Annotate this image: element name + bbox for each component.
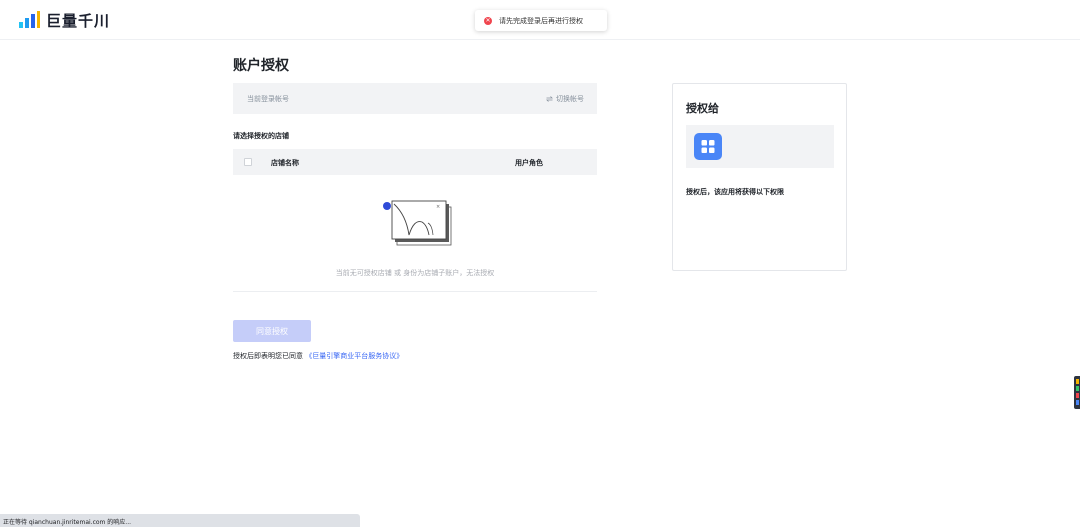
current-account-bar: 当前登录帐号 切换帐号 (233, 83, 597, 114)
grant-title: 授权给 (686, 102, 719, 115)
logo-icon (19, 11, 41, 29)
browser-status-bar: 正在等待 qianchuan.jinritemai.com 的响应... (0, 514, 360, 527)
logo[interactable]: 巨量千川 (19, 10, 110, 30)
agree-authorize-button[interactable]: 同意授权 (233, 320, 311, 342)
current-account-label: 当前登录帐号 (247, 95, 289, 103)
status-text: 正在等待 qianchuan.jinritemai.com 的响应... (3, 519, 132, 526)
select-all-checkbox[interactable] (244, 158, 252, 166)
table-divider (233, 291, 597, 292)
svg-text:×: × (436, 204, 440, 210)
toast-message: 请先完成登录后再进行授权 (499, 16, 583, 25)
switch-icon (546, 96, 553, 102)
page-title: 账户授权 (233, 58, 289, 74)
grid-app-icon (694, 133, 722, 160)
column-user-role: 用户角色 (515, 159, 543, 167)
grant-permissions-text: 授权后，该应用将获得以下权限 (686, 188, 784, 196)
grant-to-card: 授权给 授权后，该应用将获得以下权限 (672, 83, 847, 271)
column-store-name: 店铺名称 (271, 159, 299, 167)
empty-state-illustration: × (380, 195, 455, 247)
agreement-note-prefix: 授权后即表明您已同意 (233, 352, 303, 360)
empty-state-text: 当前无可授权店铺 或 身份为店铺子账户，无法授权 (335, 269, 495, 277)
switch-account-label: 切换帐号 (556, 95, 584, 103)
agreement-note: 授权后即表明您已同意 《巨量引擎商业平台服务协议》 (233, 351, 403, 361)
service-agreement-link[interactable]: 《巨量引擎商业平台服务协议》 (305, 352, 403, 360)
side-floating-tab[interactable] (1074, 376, 1080, 409)
store-table-header: 店铺名称 用户角色 (233, 149, 597, 175)
switch-account-button[interactable]: 切换帐号 (546, 94, 584, 104)
error-toast: ✕ 请先完成登录后再进行授权 (475, 10, 607, 31)
grant-app-box (686, 125, 834, 168)
logo-text: 巨量千川 (46, 11, 111, 30)
error-icon: ✕ (484, 16, 492, 25)
choose-store-label: 请选择授权的店铺 (233, 132, 289, 140)
